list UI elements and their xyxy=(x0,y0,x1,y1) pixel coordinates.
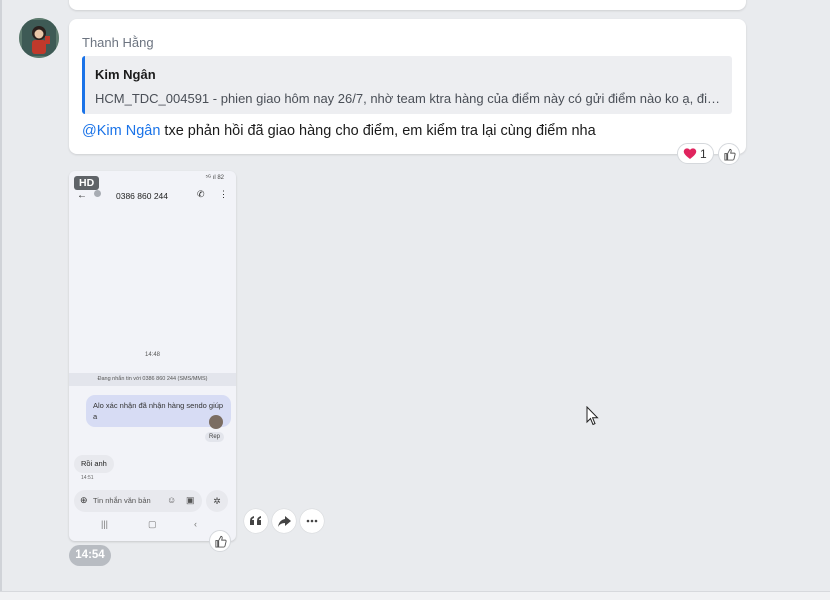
quote-text: HCM_TDC_004591 - phien giao hôm nay 26/7… xyxy=(95,91,725,106)
message-card: Thanh Hằng Kim Ngân HCM_TDC_004591 - phi… xyxy=(69,19,746,154)
quote-reply-button[interactable] xyxy=(244,509,268,533)
phone-reaction-avatar-icon xyxy=(209,415,223,429)
phone-input-placeholder: Tin nhắn văn bản xyxy=(93,496,151,505)
phone-input-bar: ⊕ Tin nhắn văn bản ☺ ▣ xyxy=(74,490,202,512)
phone-add-icon: ⊕ xyxy=(80,495,88,505)
share-icon xyxy=(277,515,291,527)
more-options-button[interactable] xyxy=(300,509,324,533)
heart-reaction-pill[interactable]: 1 xyxy=(677,143,714,164)
phone-attach-icon: ▣ xyxy=(186,495,195,505)
phone-contact-number: 0386 860 244 xyxy=(116,191,168,201)
sender-avatar[interactable] xyxy=(19,18,59,58)
phone-header: ← 0386 860 244 ✆ ⋮ xyxy=(69,188,236,206)
chat-left-border xyxy=(0,0,2,599)
image-message[interactable]: HD ⁵ᴳ ıl 82 ← 0386 860 244 ✆ ⋮ 14:48 Đan… xyxy=(69,171,236,541)
phone-call-icon: ✆ xyxy=(197,189,205,199)
share-button[interactable] xyxy=(272,509,296,533)
back-nav-icon: ‹ xyxy=(194,519,197,529)
quote-icon xyxy=(250,516,261,525)
phone-conversation-time: 14:48 xyxy=(144,352,160,358)
phone-emoji-icon: ☺ xyxy=(167,495,177,505)
quote-author: Kim Ngân xyxy=(95,67,156,82)
heart-icon xyxy=(683,148,697,159)
recent-apps-icon: ||| xyxy=(101,519,109,529)
mouse-cursor-icon xyxy=(586,405,599,431)
phone-status-bar: ⁵ᴳ ıl 82 xyxy=(205,175,224,181)
back-arrow-icon: ← xyxy=(77,190,87,201)
reaction-count: 1 xyxy=(700,146,707,161)
contact-icon xyxy=(94,190,101,197)
message-body: @Kim Ngân txe phản hồi đã giao hàng cho … xyxy=(82,123,596,139)
avatar-image xyxy=(19,18,59,58)
home-icon: ▢ xyxy=(148,519,157,529)
sender-name: Thanh Hằng xyxy=(82,35,154,50)
phone-incoming-bubble: Rồi anh xyxy=(74,455,114,473)
mention-link[interactable]: @Kim Ngân xyxy=(82,123,160,139)
image-like-button[interactable] xyxy=(209,530,231,552)
phone-voice-icon: ✲ xyxy=(206,490,228,512)
previous-message-card xyxy=(69,0,746,10)
message-text: txe phản hồi đã giao hàng cho điểm, em k… xyxy=(160,123,596,139)
phone-sms-notice: Đang nhắn tin với 0386 860 244 (SMS/MMS) xyxy=(69,373,236,386)
more-icon xyxy=(306,519,318,523)
phone-reply-chip: Rep xyxy=(205,432,225,442)
phone-more-icon: ⋮ xyxy=(219,189,228,199)
quoted-message[interactable]: Kim Ngân HCM_TDC_004591 - phien giao hôm… xyxy=(82,56,732,114)
thumbs-up-icon xyxy=(723,148,736,161)
thumbs-up-icon xyxy=(214,535,227,548)
phone-incoming-time: 14:51 xyxy=(81,475,94,481)
message-time-badge: 14:54 xyxy=(69,545,111,566)
like-button[interactable] xyxy=(718,143,740,165)
